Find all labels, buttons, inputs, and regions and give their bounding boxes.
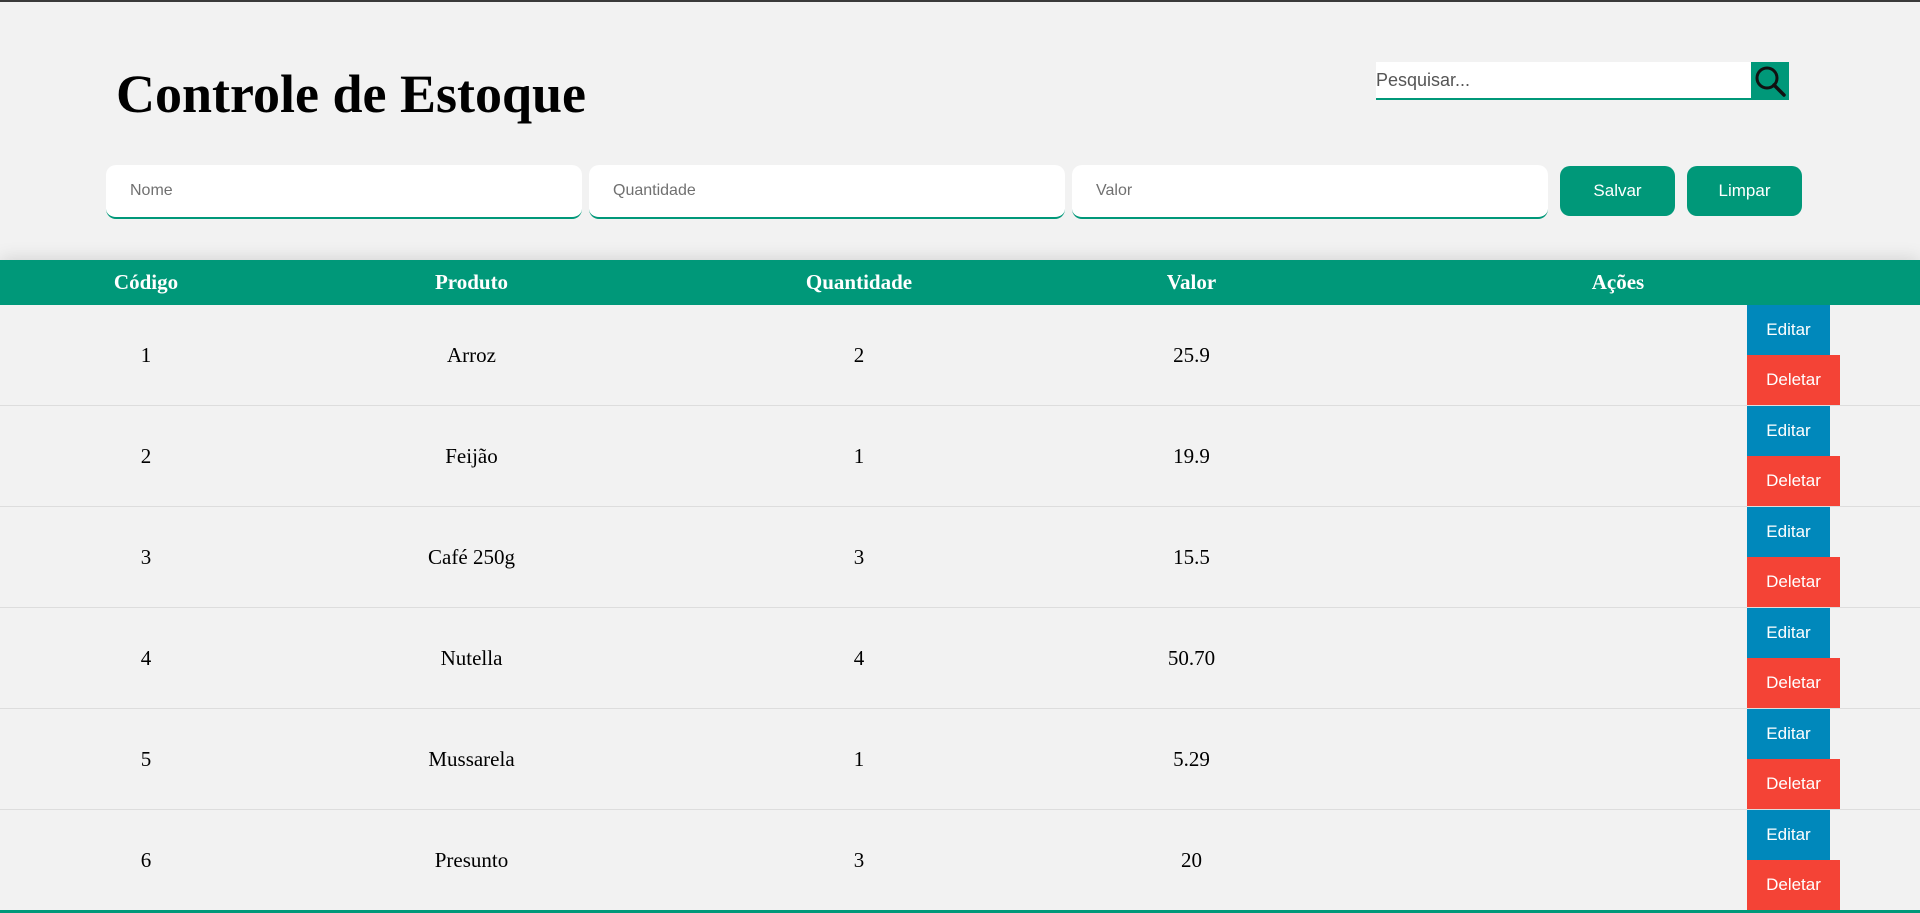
cell-produto: Mussarela	[428, 746, 515, 771]
clear-button[interactable]: Limpar	[1687, 166, 1802, 216]
delete-button[interactable]: Deletar	[1747, 860, 1840, 910]
search-input[interactable]	[1376, 62, 1751, 100]
cell-valor: 19.9	[1173, 443, 1210, 468]
delete-button[interactable]: Deletar	[1747, 759, 1840, 809]
cell-produto: Arroz	[447, 342, 496, 367]
table-row: 6 Presunto 3 20 EditarDeletar	[0, 810, 1920, 910]
cell-codigo: 4	[140, 645, 152, 670]
stock-table-container: Código Produto Quantidade Valor Ações 1 …	[0, 260, 1920, 913]
cell-acoes: EditarDeletar	[1316, 305, 1920, 406]
cell-valor: 15.5	[1173, 544, 1210, 569]
valor-field[interactable]	[1072, 165, 1548, 219]
quantidade-field[interactable]	[589, 165, 1065, 219]
search-icon	[1755, 66, 1786, 97]
cell-quantidade: 3	[853, 847, 865, 872]
edit-button[interactable]: Editar	[1747, 810, 1830, 860]
edit-button[interactable]: Editar	[1747, 305, 1830, 355]
cell-codigo: 2	[140, 443, 152, 468]
table-row: 5 Mussarela 1 5.29 EditarDeletar	[0, 709, 1920, 810]
delete-button[interactable]: Deletar	[1747, 658, 1840, 708]
column-header-codigo: Código	[113, 270, 179, 294]
cell-codigo: 5	[140, 746, 152, 771]
column-header-acoes: Ações	[1591, 270, 1645, 294]
table-row: 3 Café 250g 3 15.5 EditarDeletar	[0, 507, 1920, 608]
cell-codigo: 1	[140, 342, 152, 367]
search-button[interactable]	[1751, 62, 1789, 100]
delete-button[interactable]: Deletar	[1747, 456, 1840, 506]
cell-quantidade: 1	[853, 746, 865, 771]
nome-field[interactable]	[106, 165, 582, 219]
cell-quantidade: 2	[853, 342, 865, 367]
edit-button[interactable]: Editar	[1747, 608, 1830, 658]
edit-button[interactable]: Editar	[1747, 406, 1830, 456]
cell-acoes: EditarDeletar	[1316, 406, 1920, 507]
edit-button[interactable]: Editar	[1747, 709, 1830, 759]
cell-valor: 5.29	[1173, 746, 1210, 771]
cell-acoes: EditarDeletar	[1316, 810, 1920, 910]
cell-produto: Feijão	[445, 443, 498, 468]
cell-acoes: EditarDeletar	[1316, 608, 1920, 709]
column-header-produto: Produto	[434, 270, 509, 294]
delete-button[interactable]: Deletar	[1747, 355, 1840, 405]
cell-valor: 25.9	[1173, 342, 1210, 367]
stock-table: Código Produto Quantidade Valor Ações 1 …	[0, 260, 1920, 910]
delete-button[interactable]: Deletar	[1747, 557, 1840, 607]
cell-produto: Nutella	[440, 645, 503, 670]
cell-quantidade: 4	[853, 645, 865, 670]
cell-codigo: 6	[140, 847, 152, 872]
cell-acoes: EditarDeletar	[1316, 709, 1920, 810]
cell-acoes: EditarDeletar	[1316, 507, 1920, 608]
column-header-quantidade: Quantidade	[805, 270, 913, 294]
cell-codigo: 3	[140, 544, 152, 569]
column-header-valor: Valor	[1166, 270, 1217, 294]
table-row: 1 Arroz 2 25.9 EditarDeletar	[0, 305, 1920, 406]
cell-quantidade: 1	[853, 443, 865, 468]
edit-button[interactable]: Editar	[1747, 507, 1830, 557]
save-button[interactable]: Salvar	[1560, 166, 1675, 216]
cell-valor: 20	[1181, 847, 1202, 872]
table-header-row: Código Produto Quantidade Valor Ações	[0, 260, 1920, 305]
table-row: 2 Feijão 1 19.9 EditarDeletar	[0, 406, 1920, 507]
search-box	[1376, 62, 1789, 100]
cell-produto: Café 250g	[428, 544, 515, 569]
cell-valor: 50.70	[1167, 645, 1216, 670]
table-row: 4 Nutella 4 50.70 EditarDeletar	[0, 608, 1920, 709]
cell-quantidade: 3	[853, 544, 865, 569]
page-title: Controle de Estoque	[116, 64, 587, 124]
cell-produto: Presunto	[434, 847, 509, 872]
